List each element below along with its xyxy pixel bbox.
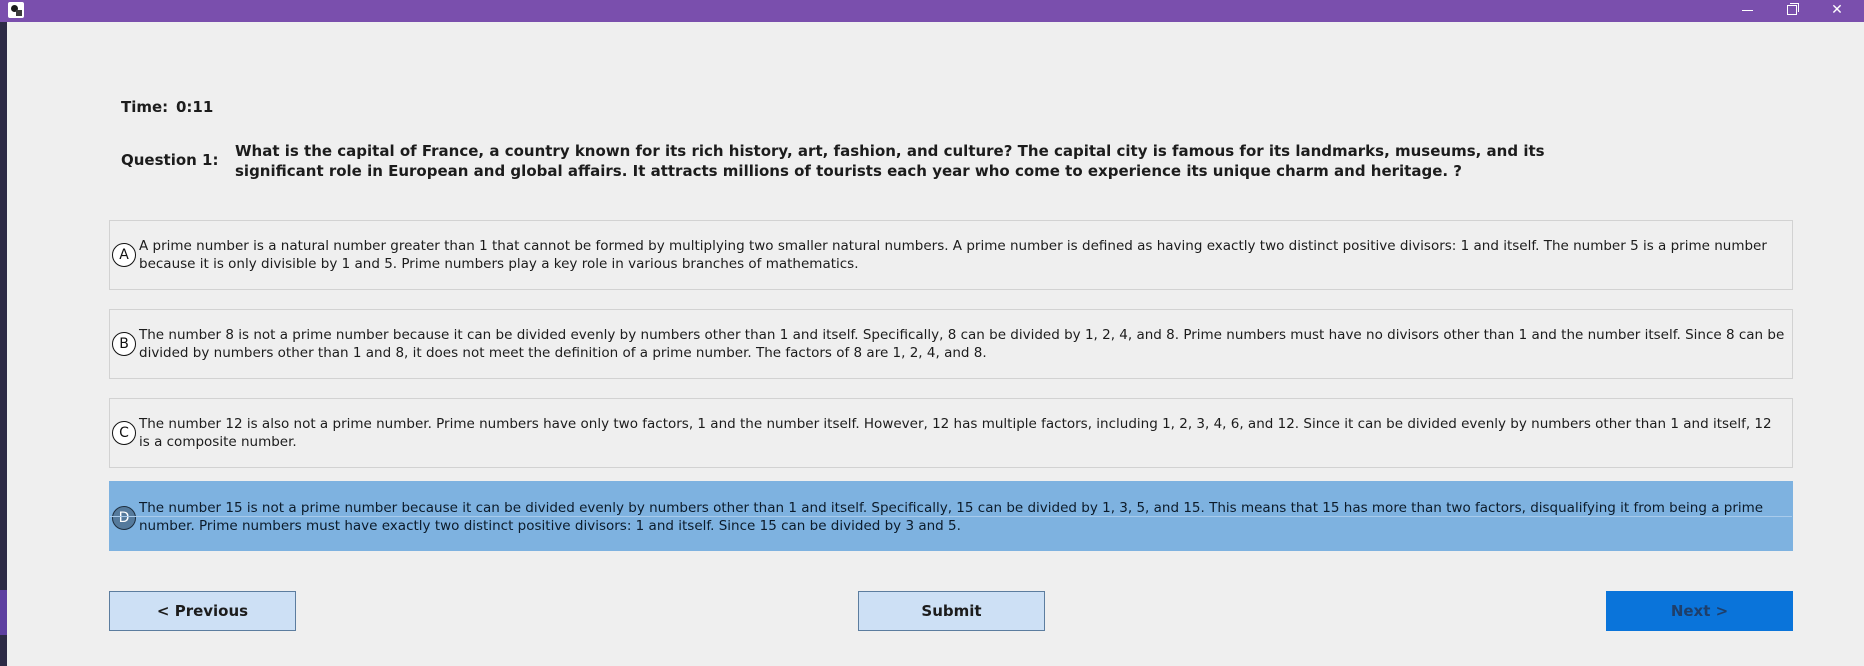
option-a-text: A prime number is a natural number great…	[139, 238, 1767, 272]
desktop-edge-accent	[0, 590, 7, 635]
question-label: Question 1:	[121, 151, 219, 169]
app-icon	[8, 2, 24, 18]
option-d-text: The number 15 is not a prime number beca…	[139, 500, 1764, 534]
option-c-text: The number 12 is also not a prime number…	[139, 416, 1772, 450]
previous-button[interactable]: < Previous	[109, 591, 296, 631]
option-c-radio[interactable]: C	[112, 421, 136, 445]
timer-label: Time:	[121, 98, 169, 116]
close-icon[interactable]: ✕	[1815, 0, 1859, 22]
option-d-radio[interactable]: D	[112, 506, 136, 530]
minimize-icon[interactable]	[1725, 0, 1769, 22]
option-b-text: The number 8 is not a prime number becau…	[139, 327, 1785, 361]
option-b[interactable]: B The number 8 is not a prime number bec…	[109, 309, 1793, 379]
timer-value: 0:11	[176, 98, 214, 116]
restore-icon[interactable]	[1770, 0, 1814, 22]
option-a-radio[interactable]: A	[112, 243, 136, 267]
question-text: What is the capital of France, a country…	[235, 142, 1545, 180]
desktop-edge	[0, 0, 7, 666]
option-c[interactable]: C The number 12 is also not a prime numb…	[109, 398, 1793, 468]
submit-button[interactable]: Submit	[858, 591, 1045, 631]
option-a[interactable]: A A prime number is a natural number gre…	[109, 220, 1793, 290]
next-button[interactable]: Next >	[1606, 591, 1793, 631]
window-titlebar[interactable]: ✕	[0, 0, 1864, 22]
option-b-radio[interactable]: B	[112, 332, 136, 356]
option-d[interactable]: D The number 15 is not a prime number be…	[109, 481, 1793, 551]
